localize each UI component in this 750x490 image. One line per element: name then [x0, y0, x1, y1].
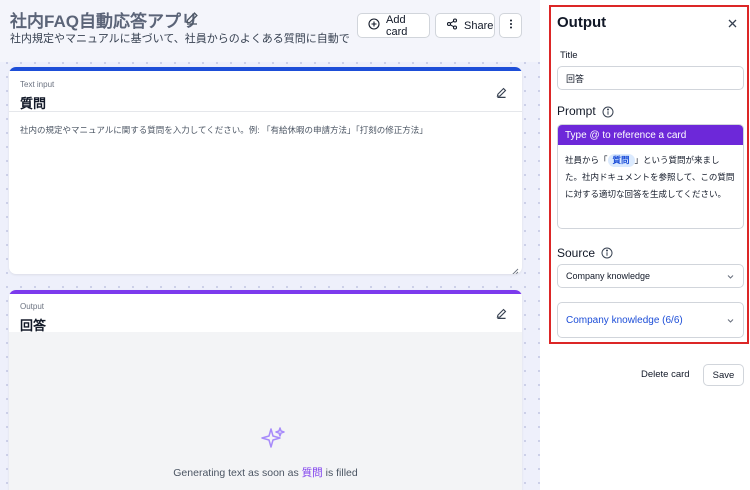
sparkle-icon	[259, 425, 287, 453]
knowledge-value: Company knowledge (6/6)	[566, 314, 683, 326]
generation-status: Generating text as soon as 質問 is filled	[9, 465, 522, 480]
output-card[interactable]: Output 回答 Generating text as soon as 質問 …	[9, 290, 522, 490]
title-field-label: Title	[560, 50, 578, 61]
text-input-card[interactable]: Text input 質問 社内の規定やマニュアルに関する質問を入力してください…	[9, 67, 522, 274]
delete-card-button[interactable]: Delete card	[641, 369, 690, 380]
add-card-label: Add card	[386, 13, 408, 38]
more-options-button[interactable]	[499, 13, 522, 38]
prompt-hint: Type @ to reference a card	[558, 125, 743, 145]
share-button[interactable]: Share	[435, 13, 495, 38]
prompt-label: Prompt	[557, 104, 596, 118]
edit-title-icon[interactable]	[184, 10, 200, 26]
card-reference-chip[interactable]: 質問	[607, 154, 635, 167]
chevron-down-icon	[726, 316, 735, 325]
prompt-text[interactable]: 社員から「 質問 」という質問が来ました。社内ドキュメントを参照して、この質問に対す…	[558, 145, 743, 203]
info-icon[interactable]	[601, 246, 613, 259]
source-label: Source	[557, 246, 596, 260]
plus-circle-icon	[368, 18, 380, 33]
card-type-label: Output	[20, 302, 45, 311]
app-title: 社内FAQ自動応答アプリ	[10, 12, 198, 31]
card-type-label: Text input	[20, 80, 55, 89]
close-icon[interactable]	[727, 16, 738, 28]
edit-card-icon[interactable]	[495, 86, 508, 99]
app-description: 社内規定やマニュアルに基づいて、社員からのよくある質問に自動で回答...	[10, 33, 350, 45]
title-field[interactable]: 回答	[557, 66, 744, 90]
question-input[interactable]: 社内の規定やマニュアルに関する質問を入力してください。例: 「有給休暇の申請方法…	[20, 124, 428, 136]
status-prefix: Generating text as soon as	[173, 467, 299, 479]
card-accent-bar	[9, 67, 522, 71]
prompt-editor[interactable]: Type @ to reference a card 社員から「 質問 」という質問…	[557, 124, 744, 229]
output-settings-panel: Output Title 回答 Prompt Type @ to referen…	[549, 5, 749, 344]
share-icon	[446, 18, 458, 33]
source-value: Company knowledge	[566, 271, 651, 281]
kebab-menu-icon	[505, 18, 517, 33]
chevron-down-icon	[726, 272, 735, 281]
prompt-text-before: 社員から「	[565, 155, 608, 165]
add-card-button[interactable]: Add card	[357, 13, 430, 38]
panel-title: Output	[557, 14, 607, 31]
status-reference: 質問	[301, 467, 323, 479]
save-button[interactable]: Save	[703, 364, 744, 386]
card-name: 質問	[20, 96, 47, 111]
info-icon[interactable]	[602, 105, 614, 118]
card-accent-bar	[9, 290, 522, 294]
output-body: Generating text as soon as 質問 is filled	[9, 332, 522, 490]
source-select[interactable]: Company knowledge	[557, 264, 744, 288]
resize-handle-icon[interactable]	[511, 263, 519, 274]
canvas: 社内FAQ自動応答アプリ 社内規定やマニュアルに基づいて、社員からのよくある質問…	[0, 0, 540, 490]
app-header: 社内FAQ自動応答アプリ 社内規定やマニュアルに基づいて、社員からのよくある質問…	[0, 0, 540, 62]
knowledge-selector[interactable]: Company knowledge (6/6)	[557, 302, 744, 338]
divider	[9, 111, 522, 112]
share-label: Share	[464, 19, 494, 32]
edit-card-icon[interactable]	[495, 307, 508, 320]
status-suffix: is filled	[325, 467, 358, 479]
